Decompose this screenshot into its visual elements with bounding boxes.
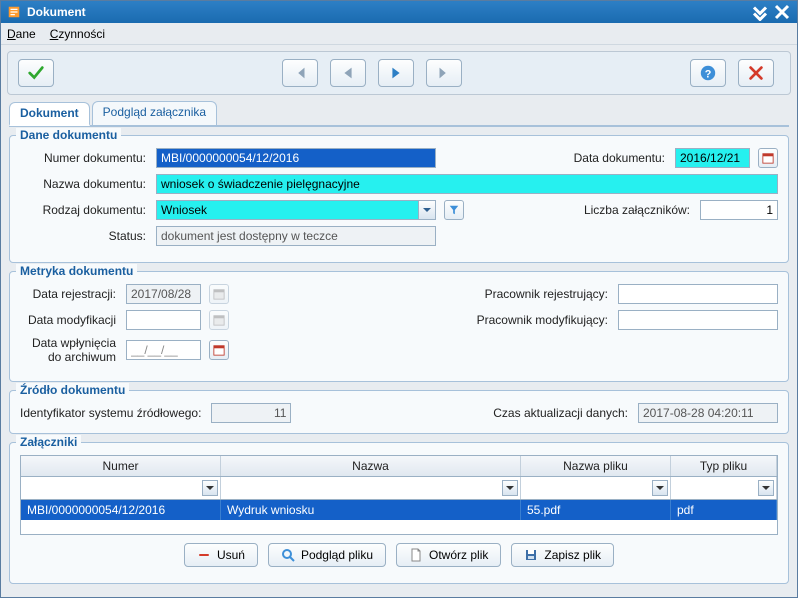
liczba-zalacznikow-label: Liczba załączników: xyxy=(584,203,694,217)
status-label: Status: xyxy=(20,229,150,243)
fieldset-zrodlo: Źródło dokumentu Identyfikator systemu ź… xyxy=(9,390,789,434)
close-button[interactable] xyxy=(773,4,791,20)
window-title: Dokument xyxy=(27,5,86,19)
czas-aktualizacji-label: Czas aktualizacji danych: xyxy=(493,406,632,420)
pracownik-rejestrujacy-label: Pracownik rejestrujący: xyxy=(485,287,612,301)
pracownik-modyfikujacy-label: Pracownik modyfikujący: xyxy=(477,313,612,327)
data-rejestracji-input[interactable] xyxy=(126,284,201,304)
tab-dokument[interactable]: Dokument xyxy=(9,102,90,126)
filter-nazwa[interactable] xyxy=(221,477,520,499)
nav-next-button[interactable] xyxy=(378,59,414,87)
id-systemu-label: Identyfikator systemu źródłowego: xyxy=(20,406,205,420)
rodzaj-dokumentu-input[interactable] xyxy=(156,200,418,220)
calendar-icon[interactable] xyxy=(209,284,229,304)
chevron-down-icon[interactable] xyxy=(652,480,668,496)
data-modyfikacji-label: Data modyfikacji xyxy=(20,313,120,327)
calendar-icon[interactable] xyxy=(209,310,229,330)
window: Dokument Dane Czynności ? Dokument Podgl… xyxy=(0,0,798,598)
accept-button[interactable] xyxy=(18,59,54,87)
attachments-table: Numer Nazwa Nazwa pliku Typ pliku MBI/00… xyxy=(20,455,778,535)
nazwa-dokumentu-input[interactable] xyxy=(156,174,778,194)
menu-czynnosci[interactable]: Czynności xyxy=(50,27,105,41)
magnifier-icon xyxy=(281,548,295,562)
cancel-button[interactable] xyxy=(738,59,774,87)
rodzaj-dokumentu-label: Rodzaj dokumentu: xyxy=(20,203,150,217)
filter-icon[interactable] xyxy=(444,200,464,220)
save-icon xyxy=(524,548,538,562)
file-icon xyxy=(409,548,423,562)
nav-first-button[interactable] xyxy=(282,59,318,87)
menubar: Dane Czynności xyxy=(1,23,797,45)
fieldset-zalaczniki: Załączniki Numer Nazwa Nazwa pliku Typ p… xyxy=(9,442,789,584)
data-dokumentu-input[interactable] xyxy=(675,148,750,168)
legend-zrodlo: Źródło dokumentu xyxy=(16,383,129,397)
tabs: Dokument Podgląd załącznika xyxy=(9,101,789,127)
data-archiwum-input[interactable] xyxy=(126,340,201,360)
titlebar: Dokument xyxy=(1,1,797,23)
usun-button[interactable]: Usuń xyxy=(184,543,258,567)
legend-metryka: Metryka dokumentu xyxy=(16,264,137,278)
podglad-pliku-button[interactable]: Podgląd pliku xyxy=(268,543,386,567)
data-modyfikacji-input[interactable] xyxy=(126,310,201,330)
chevron-down-icon[interactable] xyxy=(418,200,436,220)
nav-prev-button[interactable] xyxy=(330,59,366,87)
col-nazwa-pliku[interactable]: Nazwa pliku xyxy=(521,456,671,476)
legend-dane-dokumentu: Dane dokumentu xyxy=(16,128,121,142)
button-row: Usuń Podgląd pliku Otwórz plik Zapisz pl… xyxy=(20,543,778,573)
col-nazwa[interactable]: Nazwa xyxy=(221,456,521,476)
id-systemu-input xyxy=(211,403,291,423)
help-button[interactable]: ? xyxy=(690,59,726,87)
fieldset-metryka: Metryka dokumentu Data rejestracji: Prac… xyxy=(9,271,789,382)
table-row[interactable]: MBI/0000000054/12/2016 Wydruk wniosku 55… xyxy=(21,500,777,520)
zapisz-plik-button[interactable]: Zapisz plik xyxy=(511,543,614,567)
minus-icon xyxy=(197,548,211,562)
data-archiwum-label: Data wpłynięcia do archiwum xyxy=(20,336,120,365)
chevron-down-icon[interactable] xyxy=(202,480,218,496)
nazwa-dokumentu-label: Nazwa dokumentu: xyxy=(20,177,150,191)
nav-last-button[interactable] xyxy=(426,59,462,87)
otworz-plik-button[interactable]: Otwórz plik xyxy=(396,543,501,567)
menu-dane[interactable]: Dane xyxy=(7,27,36,41)
numer-dokumentu-input[interactable] xyxy=(156,148,436,168)
numer-dokumentu-label: Numer dokumentu: xyxy=(20,151,150,165)
chevron-down-icon[interactable] xyxy=(758,480,774,496)
content: Dokument Podgląd załącznika Dane dokumen… xyxy=(1,101,797,584)
svg-text:?: ? xyxy=(705,69,712,81)
app-icon xyxy=(7,5,21,19)
cell-typ-pliku: pdf xyxy=(671,500,777,520)
cell-nazwa: Wydruk wniosku xyxy=(221,500,521,520)
col-typ-pliku[interactable]: Typ pliku xyxy=(671,456,777,476)
col-numer[interactable]: Numer xyxy=(21,456,221,476)
pracownik-rejestrujacy-input[interactable] xyxy=(618,284,778,304)
toolbar: ? xyxy=(7,51,791,95)
minimize-button[interactable] xyxy=(751,4,769,20)
czas-aktualizacji-input xyxy=(638,403,778,423)
liczba-zalacznikow-input[interactable] xyxy=(700,200,778,220)
legend-zalaczniki: Załączniki xyxy=(16,435,81,449)
cell-numer: MBI/0000000054/12/2016 xyxy=(21,500,221,520)
calendar-icon[interactable] xyxy=(758,148,778,168)
fieldset-dane-dokumentu: Dane dokumentu Numer dokumentu: Data dok… xyxy=(9,135,789,263)
data-rejestracji-label: Data rejestracji: xyxy=(20,287,120,301)
filter-numer[interactable] xyxy=(21,477,220,499)
status-input xyxy=(156,226,436,246)
pracownik-modyfikujacy-input[interactable] xyxy=(618,310,778,330)
tab-podglad-zalacznika[interactable]: Podgląd załącznika xyxy=(92,101,217,125)
filter-nazwa-pliku[interactable] xyxy=(521,477,670,499)
cell-nazwa-pliku: 55.pdf xyxy=(521,500,671,520)
calendar-icon[interactable] xyxy=(209,340,229,360)
data-dokumentu-label: Data dokumentu: xyxy=(574,151,669,165)
rodzaj-dokumentu-combo[interactable] xyxy=(156,200,436,220)
chevron-down-icon[interactable] xyxy=(502,480,518,496)
